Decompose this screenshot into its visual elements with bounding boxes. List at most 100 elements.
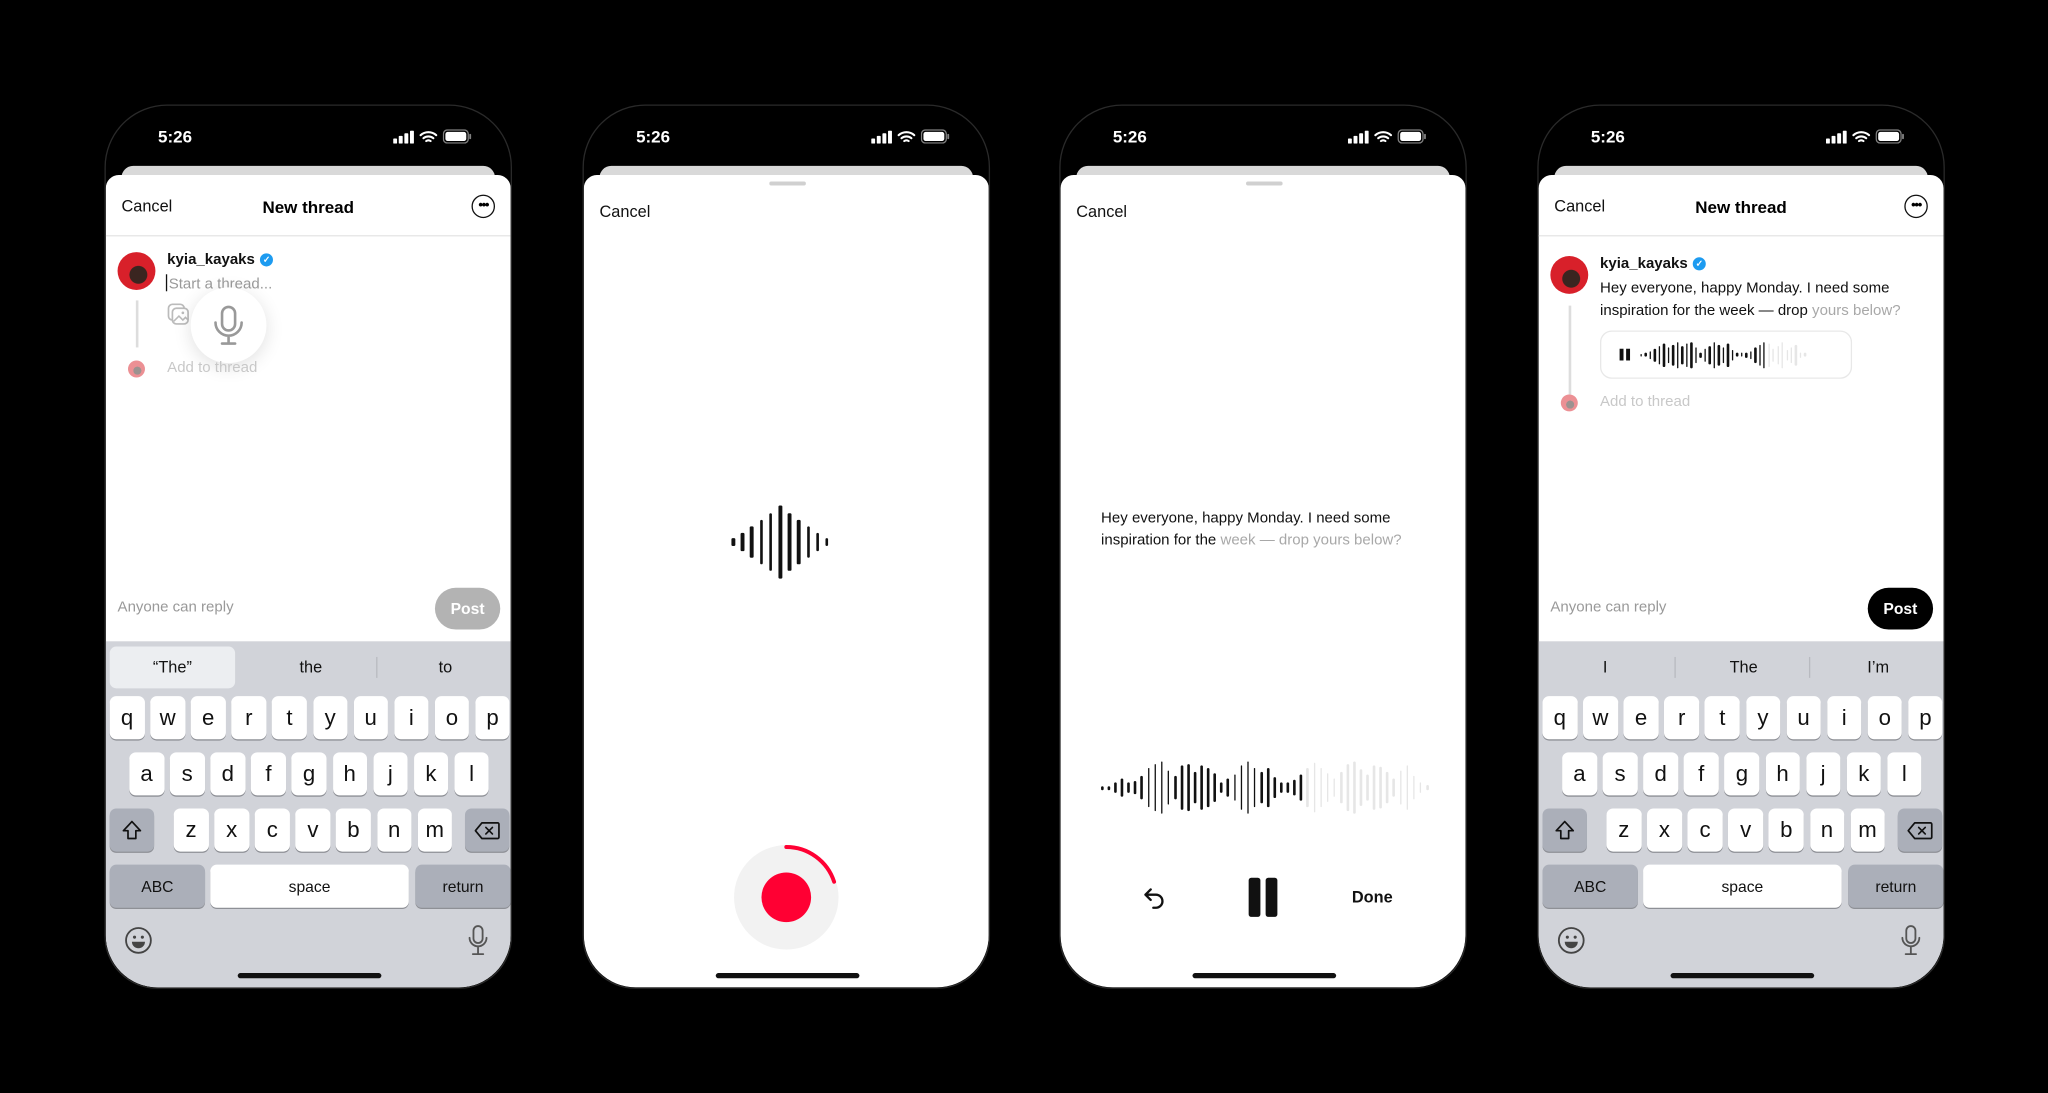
key-k[interactable]: k xyxy=(413,752,449,796)
key-z[interactable]: z xyxy=(173,808,209,852)
key-s[interactable]: s xyxy=(169,752,205,796)
key-e[interactable]: e xyxy=(190,696,226,740)
emoji-button[interactable] xyxy=(124,926,153,961)
key-e[interactable]: e xyxy=(1623,696,1659,740)
return-key[interactable]: return xyxy=(1848,864,1944,908)
audio-attachment[interactable] xyxy=(1599,330,1853,379)
cancel-button[interactable]: Cancel xyxy=(600,202,651,220)
reply-setting[interactable]: Anyone can reply xyxy=(1550,600,1666,616)
key-m[interactable]: m xyxy=(1850,808,1885,852)
add-to-thread[interactable]: Add to thread xyxy=(167,360,257,376)
key-t[interactable]: t xyxy=(272,696,307,740)
backspace-key[interactable] xyxy=(464,808,510,852)
key-g[interactable]: g xyxy=(1724,752,1760,796)
key-w[interactable]: w xyxy=(1583,696,1618,740)
post-button[interactable]: Post xyxy=(434,587,501,630)
key-o[interactable]: o xyxy=(434,696,470,740)
suggestion-2[interactable]: The xyxy=(1678,647,1809,689)
cancel-button[interactable]: Cancel xyxy=(1076,202,1127,220)
key-d[interactable]: d xyxy=(1643,752,1678,796)
key-z[interactable]: z xyxy=(1606,808,1642,852)
key-d[interactable]: d xyxy=(210,752,246,796)
key-n[interactable]: n xyxy=(376,808,412,852)
sheet-grabber[interactable] xyxy=(769,181,806,186)
key-h[interactable]: h xyxy=(1765,752,1800,796)
playback-waveform[interactable] xyxy=(1101,761,1429,814)
image-gallery-icon[interactable] xyxy=(167,303,191,327)
key-f[interactable]: f xyxy=(1683,752,1719,796)
key-a[interactable]: a xyxy=(129,752,164,796)
key-b[interactable]: b xyxy=(336,808,371,852)
key-x[interactable]: x xyxy=(214,808,249,852)
key-i[interactable]: i xyxy=(1826,696,1862,740)
pause-button[interactable] xyxy=(1248,877,1278,917)
suggestion-3[interactable]: to xyxy=(380,647,511,689)
dictation-button[interactable] xyxy=(468,925,489,963)
thread-input[interactable]: Hey everyone, happy Monday. I need some … xyxy=(1600,278,1940,322)
key-l[interactable]: l xyxy=(454,752,489,796)
key-f[interactable]: f xyxy=(251,752,286,796)
key-m[interactable]: m xyxy=(417,808,453,852)
key-g[interactable]: g xyxy=(291,752,327,796)
key-o[interactable]: o xyxy=(1867,696,1903,740)
key-w[interactable]: w xyxy=(150,696,185,740)
key-i[interactable]: i xyxy=(394,696,429,740)
emoji-button[interactable] xyxy=(1557,926,1586,961)
space-key[interactable]: space xyxy=(210,864,409,908)
key-j[interactable]: j xyxy=(1805,752,1841,796)
home-indicator[interactable] xyxy=(1670,973,1815,979)
suggestion-2[interactable]: the xyxy=(246,647,377,689)
home-indicator[interactable] xyxy=(1192,973,1337,979)
key-n[interactable]: n xyxy=(1809,808,1845,852)
return-key[interactable]: return xyxy=(415,864,511,908)
key-c[interactable]: c xyxy=(1687,808,1723,852)
ellipsis-circle-icon[interactable]: ••• xyxy=(1904,194,1928,219)
pause-icon[interactable] xyxy=(1619,348,1631,361)
key-t[interactable]: t xyxy=(1704,696,1740,740)
shift-key[interactable] xyxy=(1542,808,1587,852)
avatar[interactable] xyxy=(1550,255,1589,294)
record-stop-button[interactable] xyxy=(734,845,839,950)
key-v[interactable]: v xyxy=(295,808,331,852)
voice-record-button[interactable] xyxy=(190,287,267,364)
backspace-key[interactable] xyxy=(1897,808,1943,852)
home-indicator[interactable] xyxy=(237,973,382,979)
dictation-button[interactable] xyxy=(1900,925,1921,963)
key-b[interactable]: b xyxy=(1768,808,1804,852)
key-u[interactable]: u xyxy=(353,696,389,740)
abc-key[interactable]: ABC xyxy=(109,864,206,908)
key-y[interactable]: y xyxy=(312,696,348,740)
key-r[interactable]: r xyxy=(1664,696,1699,740)
shift-key[interactable] xyxy=(109,808,155,852)
key-u[interactable]: u xyxy=(1786,696,1821,740)
suggestion-3[interactable]: I’m xyxy=(1813,647,1944,689)
key-h[interactable]: h xyxy=(332,752,368,796)
key-l[interactable]: l xyxy=(1887,752,1922,796)
key-r[interactable]: r xyxy=(231,696,267,740)
key-v[interactable]: v xyxy=(1728,808,1763,852)
abc-key[interactable]: ABC xyxy=(1542,864,1638,908)
key-q[interactable]: q xyxy=(109,696,145,740)
key-a[interactable]: a xyxy=(1562,752,1597,796)
sheet-grabber[interactable] xyxy=(1246,181,1283,186)
avatar[interactable] xyxy=(117,252,156,290)
add-to-thread[interactable]: Add to thread xyxy=(1600,394,1690,410)
home-indicator[interactable] xyxy=(715,973,860,979)
ellipsis-circle-icon[interactable]: ••• xyxy=(471,194,496,219)
key-x[interactable]: x xyxy=(1647,808,1682,852)
undo-icon[interactable] xyxy=(1143,886,1167,910)
key-q[interactable]: q xyxy=(1542,696,1578,740)
key-s[interactable]: s xyxy=(1602,752,1638,796)
key-p[interactable]: p xyxy=(475,696,510,740)
key-k[interactable]: k xyxy=(1846,752,1882,796)
key-p[interactable]: p xyxy=(1908,696,1943,740)
key-j[interactable]: j xyxy=(373,752,408,796)
done-button[interactable]: Done xyxy=(1352,888,1393,906)
suggestion-1[interactable]: “The” xyxy=(109,646,236,689)
key-y[interactable]: y xyxy=(1745,696,1781,740)
suggestion-1[interactable]: I xyxy=(1543,647,1668,689)
space-key[interactable]: space xyxy=(1643,864,1842,908)
post-button[interactable]: Post xyxy=(1867,587,1934,630)
key-c[interactable]: c xyxy=(254,808,290,852)
reply-setting[interactable]: Anyone can reply xyxy=(118,600,234,616)
